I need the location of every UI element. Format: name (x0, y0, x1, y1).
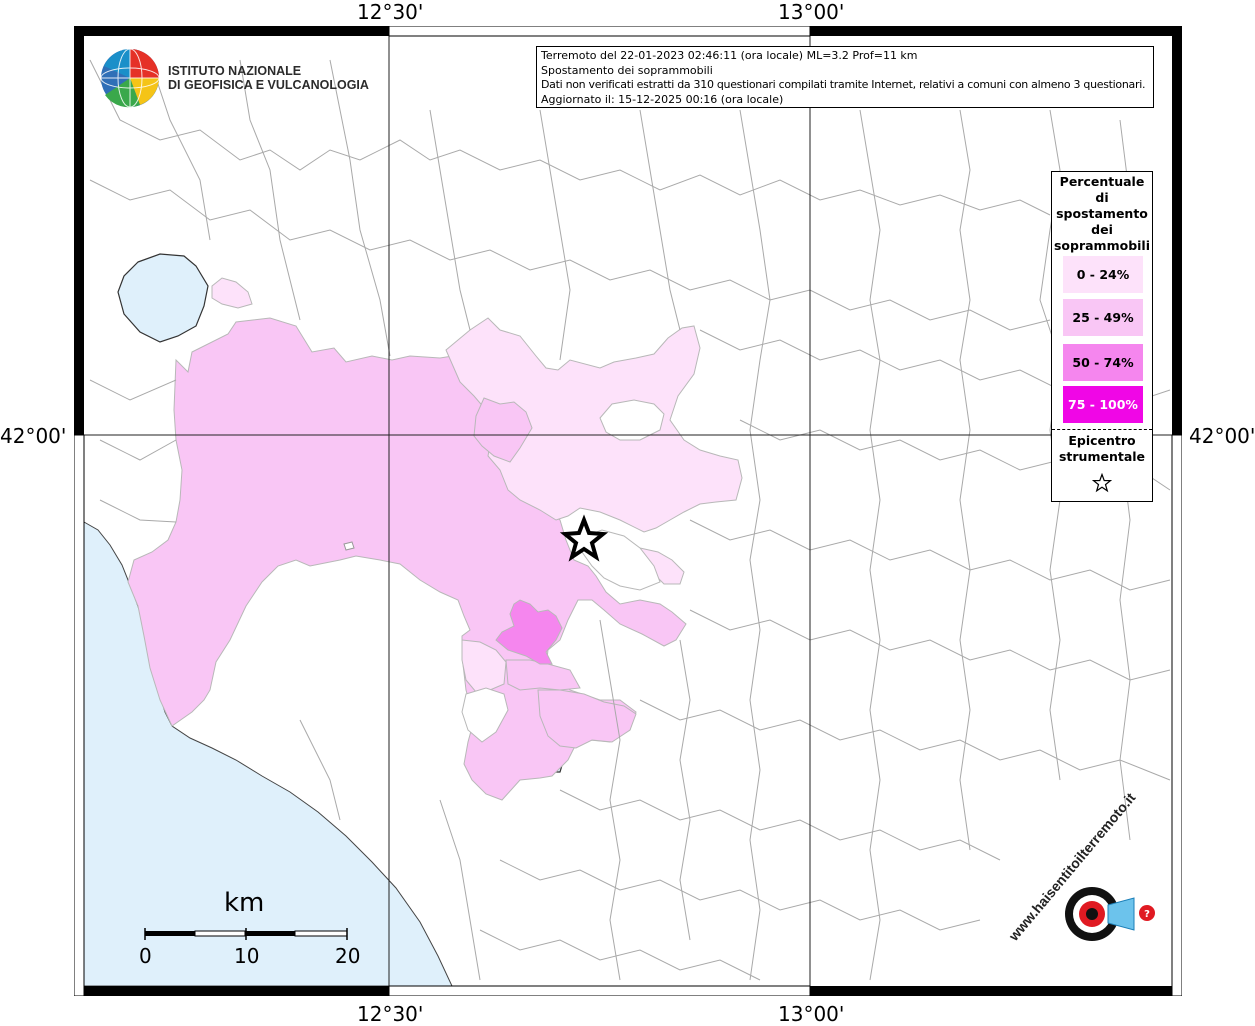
event-info-line2: Spostamento dei soprammobili (541, 63, 713, 77)
legend-swatch-75-100: 75 - 100% (1063, 386, 1143, 423)
event-info-line3: Dati non verificati estratti da 310 ques… (541, 78, 1146, 91)
scale-tick-0: 0 (139, 944, 152, 968)
top-longitude-label-right: 13°00' (778, 0, 845, 24)
event-info-line4: Aggiornato il: 15-12-2025 00:16 (ora loc… (541, 92, 784, 106)
right-latitude-label: 42°00' (1189, 424, 1255, 448)
bottom-longitude-label-left: 12°30' (357, 1002, 424, 1026)
star-icon (1092, 473, 1112, 493)
legend-separator (1052, 429, 1152, 430)
legend: Percentuale di spostamento dei soprammob… (1051, 171, 1153, 502)
legend-title-line1: Percentuale (1059, 174, 1145, 189)
legend-swatch-0-24: 0 - 24% (1063, 256, 1143, 293)
ingv-logo-line2: DI GEOFISICA E VULCANOLOGIA (168, 78, 369, 92)
legend-epicenter-line1: Epicentro (1068, 433, 1136, 448)
legend-epicenter-title: Epicentro strumentale (1052, 433, 1152, 465)
scale-unit: km (224, 888, 265, 918)
legend-swatch-25-49: 25 - 49% (1063, 299, 1143, 336)
map-canvas[interactable]: ? (74, 26, 1182, 996)
ingv-logo-line1: ISTITUTO NAZIONALE (168, 64, 302, 78)
ingv-globe-icon (100, 48, 160, 108)
legend-epicenter-line2: strumentale (1058, 449, 1146, 464)
legend-title-line4: dei (1091, 222, 1113, 237)
scale-tick-10: 10 (234, 944, 260, 968)
event-info-box: Terremoto del 22-01-2023 02:46:11 (ora l… (536, 46, 1154, 108)
legend-title-line2: di (1095, 190, 1109, 205)
ingv-logo: ISTITUTO NAZIONALE DI GEOFISICA E VULCAN… (168, 64, 369, 92)
scale-tick-20: 20 (335, 944, 361, 968)
legend-title-line5: soprammobili (1053, 238, 1150, 253)
legend-title-line3: spostamento (1056, 206, 1148, 221)
bottom-longitude-label-right: 13°00' (778, 1002, 845, 1026)
legend-swatch-50-74: 50 - 74% (1063, 344, 1143, 381)
top-longitude-label-left: 12°30' (357, 0, 424, 24)
legend-title: Percentuale di spostamento dei soprammob… (1052, 172, 1152, 254)
small-island (343, 541, 355, 551)
left-latitude-label: 42°00' (0, 424, 67, 448)
event-info-line1: Terremoto del 22-01-2023 02:46:11 (ora l… (541, 49, 918, 62)
